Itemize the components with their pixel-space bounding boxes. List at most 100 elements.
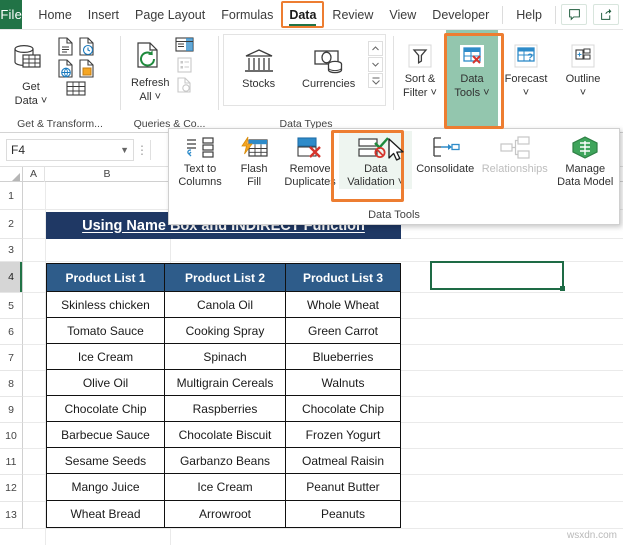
tab-page-layout[interactable]: Page Layout [127,0,213,30]
table-cell[interactable]: Garbanzo Beans [164,448,285,474]
queries-small-icons [174,34,195,95]
watermark: wsxdn.com [567,530,617,541]
consolidate-button[interactable]: Consolidate [412,131,478,176]
from-table-button[interactable] [77,58,96,79]
forecast-button[interactable]: ? Forecast ˅ [504,34,548,103]
row-header-6[interactable]: 6 [0,319,23,345]
tab-view[interactable]: View [381,0,424,30]
sort-filter-button[interactable]: Sort & Filter ˅ [400,34,440,103]
get-data-button[interactable]: Get Data ˅ [6,34,56,111]
tab-home[interactable]: Home [30,0,79,30]
row-header-13[interactable]: 13 [0,502,23,529]
table-cell[interactable]: Green Carrot [285,318,401,344]
gallery-scroll-up-button[interactable] [368,41,383,56]
row-header-7[interactable]: 7 [0,345,23,371]
from-text-button[interactable] [56,36,75,57]
row-header-4[interactable]: 4 [0,262,23,293]
edit-links-button[interactable] [174,76,195,95]
table-cell[interactable]: Frozen Yogurt [285,422,401,448]
refresh-all-label2: All ˅ [139,91,161,104]
table-cell[interactable]: Chocolate Chip [285,396,401,422]
fill-handle[interactable] [560,286,565,291]
manage-data-model-button[interactable]: Manage Data Model [551,131,619,189]
table-cell[interactable]: Walnuts [285,370,401,396]
selected-cell-f4[interactable] [430,261,564,290]
tab-developer[interactable]: Developer [424,0,497,30]
table-cell[interactable]: Ice Cream [164,474,285,501]
ribbon-group-data-tools[interactable]: Data Tools ˅ [446,30,498,132]
outline-label2: ˅ [580,87,586,100]
table-cell[interactable]: Oatmeal Raisin [285,448,401,474]
flash-fill-button[interactable]: Flash Fill [227,131,281,189]
properties-button[interactable] [174,56,195,75]
table-cell[interactable]: Chocolate Chip [46,396,164,422]
row-header-9[interactable]: 9 [0,397,23,423]
queries-connections-button[interactable] [174,36,195,55]
row-header-2[interactable]: 2 [0,210,23,239]
consolidate-label1: Consolidate [416,163,474,176]
data-tools-button[interactable]: Data Tools ˅ [452,34,492,103]
data-validation-label2: Validation ˅ [347,176,404,189]
table-cell[interactable]: Spinach [164,344,285,370]
from-recent-button[interactable] [77,36,96,57]
table-cell[interactable]: Raspberries [164,396,285,422]
table-cell[interactable]: Whole Wheat [285,292,401,318]
table-cell[interactable]: Olive Oil [46,370,164,396]
remove-duplicates-button[interactable]: Remove Duplicates [281,131,339,189]
gallery-scroll-down-button[interactable] [368,57,383,72]
tab-help[interactable]: Help [508,0,550,30]
table-cell[interactable]: Blueberries [285,344,401,370]
manage-data-model-icon [568,135,602,163]
data-sources-button[interactable] [56,80,96,97]
gallery-expand-button[interactable] [368,73,383,88]
column-header-a[interactable]: A [23,167,45,182]
table-cell[interactable]: Skinless chicken [46,292,164,318]
chevron-down-icon[interactable]: ▼ [120,145,129,155]
outline-button[interactable]: Outline ˅ [562,34,605,103]
data-tools-panel-footer-label: Data Tools [169,207,619,222]
text-to-columns-button[interactable]: Text to Columns [173,131,227,189]
refresh-all-button[interactable]: Refresh All ˅ [127,34,174,107]
row-header-5[interactable]: 5 [0,293,23,319]
column-header-b[interactable]: B [45,167,170,182]
table-cell[interactable]: Peanuts [285,501,401,528]
table-cell[interactable]: Mango Juice [46,474,164,501]
formula-bar-expand-dots[interactable]: ⋮ [134,146,150,154]
row-header-1[interactable]: 1 [0,182,23,210]
table-cell[interactable]: Multigrain Cereals [164,370,285,396]
svg-text:?: ? [527,52,533,63]
share-icon [600,8,613,21]
table-cell[interactable]: Ice Cream [46,344,164,370]
currencies-label: Currencies [302,78,355,91]
tab-review[interactable]: Review [324,0,381,30]
tab-file[interactable]: File [0,0,22,29]
data-sources-icon [64,80,88,97]
row-header-11[interactable]: 11 [0,449,23,475]
table-cell[interactable]: Chocolate Biscuit [164,422,285,448]
share-button[interactable] [593,4,619,25]
table-cell[interactable]: Wheat Bread [46,501,164,528]
tab-formulas[interactable]: Formulas [213,0,281,30]
row-header-3[interactable]: 3 [0,239,23,262]
table-cell[interactable]: Canola Oil [164,292,285,318]
table-cell[interactable]: Tomato Sauce [46,318,164,344]
text-to-columns-label2: Columns [178,176,221,189]
table-cell[interactable]: Cooking Spray [164,318,285,344]
row-header-8[interactable]: 8 [0,371,23,397]
table-cell[interactable]: Peanut Butter [285,474,401,501]
name-box[interactable]: F4 ▼ [6,139,134,161]
from-web-button[interactable] [56,58,75,79]
comment-button[interactable] [561,4,587,25]
table-cell[interactable]: Barbecue Sauce [46,422,164,448]
stocks-button[interactable]: Stocks [226,39,291,94]
sort-filter-label1: Sort & [405,73,436,86]
row-header-12[interactable]: 12 [0,475,23,502]
tab-insert[interactable]: Insert [80,0,127,30]
select-all-corner[interactable] [0,167,23,182]
currencies-button[interactable]: Currencies [291,39,366,94]
tab-data[interactable]: Data [281,0,324,30]
table-cell[interactable]: Sesame Seeds [46,448,164,474]
table-cell[interactable]: Arrowroot [164,501,285,528]
from-recent-icon [77,36,96,57]
row-header-10[interactable]: 10 [0,423,23,449]
